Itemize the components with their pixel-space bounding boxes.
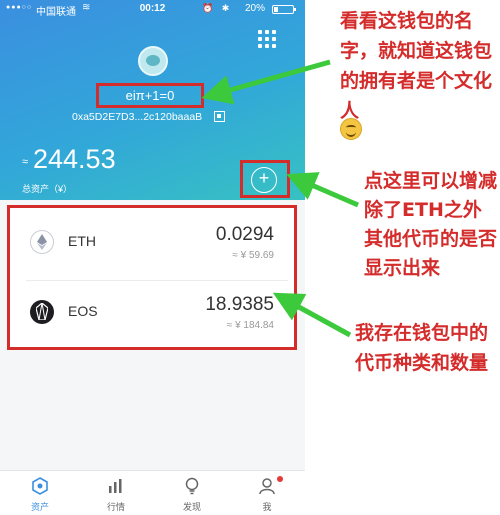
total-assets-value: 244.53 [33,144,116,174]
market-chart-icon [109,479,122,493]
tab-label: 我 [262,502,272,512]
asset-row-eth[interactable]: ETH 0.0294 ≈ ¥ 59.69 [10,210,294,281]
asset-list: ETH 0.0294 ≈ ¥ 59.69 EOS 18.9385 ≈ ¥ 184… [7,205,297,350]
tab-label: 资产 [30,502,49,512]
tab-discover[interactable]: 发现 [154,471,230,515]
asset-amount: 18.9385 [205,294,274,315]
assets-icon [32,477,48,495]
profile-icon [259,478,275,495]
eth-icon [30,230,54,254]
alarm-bluetooth-icons: ⏰ ✱ [202,3,233,13]
tab-assets[interactable]: 资产 [2,471,78,515]
asset-fiat-value: ≈ ¥ 59.69 [232,250,274,261]
status-bar: ●●●○○ 中国联通 ≋ 00:12 ⏰ ✱ 20% [0,0,305,18]
phone-screen: ●●●○○ 中国联通 ≋ 00:12 ⏰ ✱ 20% eiπ+1=0 0xa5D… [0,0,305,515]
annotation-assets: 我存在钱包中的代币种类和数量 [355,322,489,374]
grid-menu-icon[interactable] [258,30,276,48]
add-token-highlight: + [240,160,290,198]
smiling-face-icon [340,118,362,140]
annotation-add-token: 点这里可以增减除了ETH之外其他代币的是否显示出来 [364,170,498,279]
tab-market[interactable]: 行情 [78,471,154,515]
bottom-tab-bar: 资产 行情 发现 我 [0,470,305,515]
wallet-name[interactable]: eiπ+1=0 [96,83,204,108]
tab-label: 发现 [182,502,201,512]
tab-me[interactable]: 我 [229,471,305,515]
screenshot-root: ●●●○○ 中国联通 ≋ 00:12 ⏰ ✱ 20% eiπ+1=0 0xa5D… [0,0,500,515]
eos-icon [30,300,54,324]
asset-row-eos[interactable]: EOS 18.9385 ≈ ¥ 184.84 [10,280,294,348]
asset-symbol: EOS [68,303,98,319]
tab-label: 行情 [106,502,125,512]
battery-icon [272,5,296,14]
wallet-avatar[interactable] [138,46,168,76]
add-token-button[interactable]: + [251,167,277,193]
arrow-to-add-button [286,172,359,208]
discover-bulb-icon [185,477,199,495]
asset-symbol: ETH [68,233,96,249]
wallet-address[interactable]: 0xa5D2E7D3...2c120baaaB [72,111,202,123]
qr-code-icon[interactable] [214,111,225,122]
annotation-wallet-name: 看看这钱包的名字，就知道这钱包的拥有者是个文化人 [340,10,493,122]
approx-sign: ≈ [22,156,29,168]
asset-amount: 0.0294 [215,224,274,245]
asset-fiat-value: ≈ ¥ 184.84 [226,320,274,331]
notification-dot [277,476,283,482]
total-assets-label: 总资产（¥） [22,184,73,194]
battery-percent: 20% [245,3,266,14]
